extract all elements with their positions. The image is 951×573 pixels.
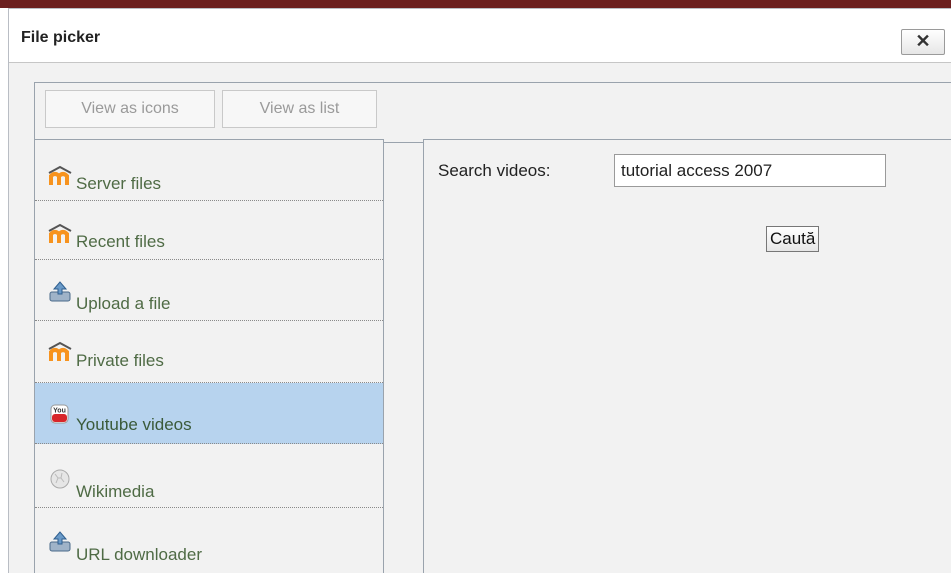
sidebar-item-recent-files[interactable]: Recent files — [35, 201, 383, 260]
dialog-title: File picker — [21, 29, 101, 46]
view-toolbar: View as icons View as list — [34, 82, 951, 143]
search-videos-label: Search videos: — [438, 161, 551, 180]
sidebar-item-label: Private files — [76, 351, 164, 370]
search-videos-input[interactable] — [614, 154, 886, 187]
view-as-icons-button[interactable]: View as icons — [45, 90, 215, 128]
sidebar-item-label: Upload a file — [76, 294, 171, 313]
sidebar-item-label: Server files — [76, 174, 162, 193]
sidebar-item-upload-a-file[interactable]: Upload a file — [35, 260, 383, 321]
sidebar-item-server-files[interactable]: Server files — [35, 140, 383, 201]
view-as-list-button[interactable]: View as list — [222, 90, 377, 128]
youtube-search-panel: Search videos: Caută — [423, 139, 951, 573]
file-picker-dialog: File picker ✕ View as icons View as list… — [8, 8, 951, 573]
dialog-titlebar: File picker ✕ — [9, 9, 951, 63]
search-button[interactable]: Caută — [766, 226, 820, 252]
sidebar-item-label: Youtube videos — [76, 415, 192, 434]
sidebar-item-youtube-videos[interactable]: You Youtube videos — [35, 383, 383, 444]
youtube-icon: You — [48, 403, 72, 425]
upload-icon — [48, 281, 72, 303]
sidebar-item-wikimedia[interactable]: Wikimedia — [35, 444, 383, 508]
repository-sidebar: Server files Recent files Upload a file — [34, 139, 384, 573]
close-icon: ✕ — [915, 31, 931, 51]
sidebar-item-label: Wikimedia — [76, 482, 155, 501]
sidebar-item-url-downloader[interactable]: URL downloader — [35, 508, 383, 573]
moodle-icon — [48, 165, 72, 187]
svg-text:You: You — [53, 408, 66, 415]
window-top-bar — [0, 0, 951, 8]
upload-icon — [48, 531, 72, 553]
moodle-icon — [48, 223, 72, 245]
sidebar-item-private-files[interactable]: Private files — [35, 321, 383, 383]
sidebar-item-label: URL downloader — [76, 545, 202, 564]
close-button[interactable]: ✕ — [901, 29, 945, 55]
moodle-icon — [48, 341, 72, 363]
sidebar-item-label: Recent files — [76, 232, 165, 251]
wikimedia-icon — [48, 468, 72, 490]
